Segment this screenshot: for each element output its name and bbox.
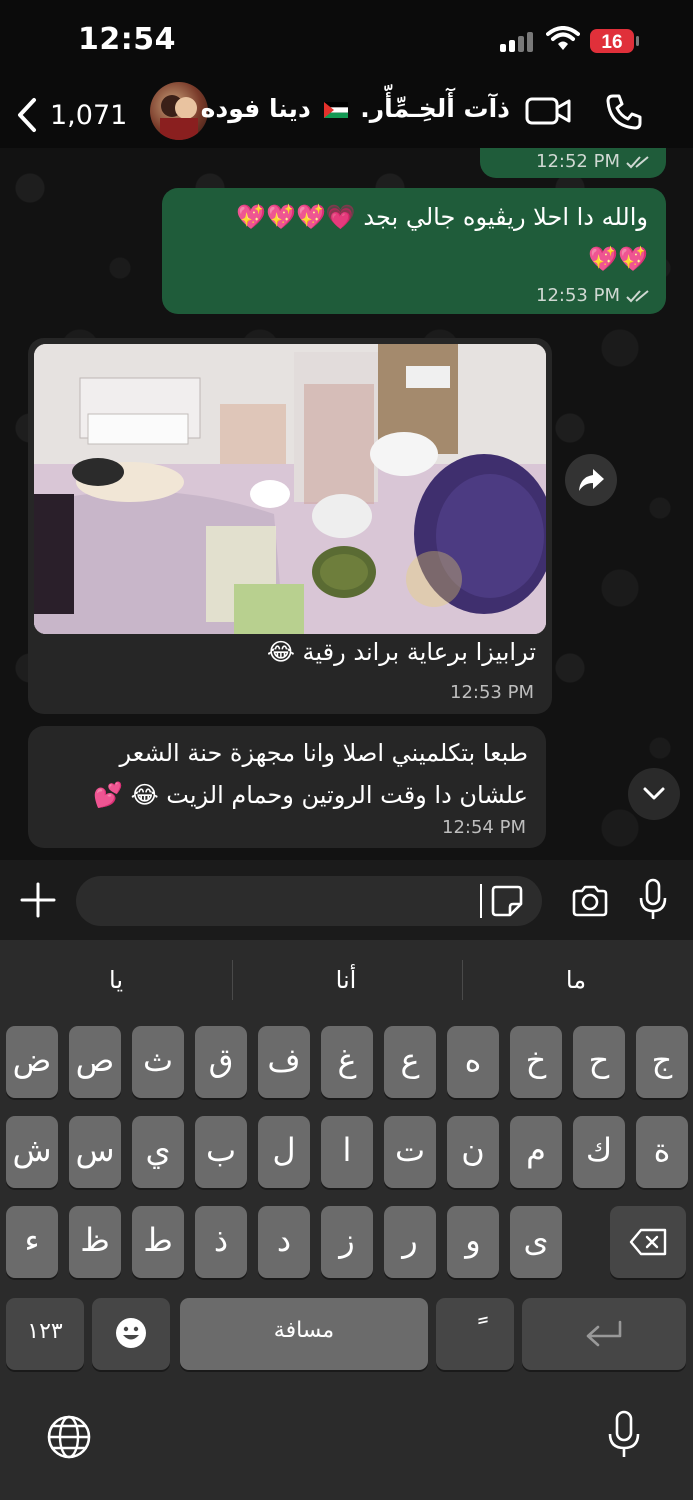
- message-time: 12:54 PM: [442, 817, 526, 838]
- suggestion-item[interactable]: ما: [466, 960, 686, 1000]
- phone-call-icon[interactable]: [604, 92, 644, 132]
- message-text-line: والله دا احلا ريڤيوه جالي بجد 💗💖💖💖: [236, 203, 648, 231]
- space-key[interactable]: مسافة: [180, 1298, 428, 1370]
- key[interactable]: ح: [573, 1026, 625, 1098]
- contact-name-part2: دينا فوده: [200, 94, 311, 123]
- key[interactable]: ن: [447, 1116, 499, 1188]
- message-bubble-incoming[interactable]: طبعا بتكلميني اصلا وانا مجهزة حنة الشعر …: [28, 726, 546, 848]
- message-bubble-outgoing[interactable]: 12:52 PM: [480, 148, 666, 178]
- message-photo[interactable]: [34, 344, 546, 634]
- contact-name-part1: ذآت أٓلخِـمِّأّر.: [360, 94, 510, 123]
- return-key[interactable]: [522, 1298, 686, 1370]
- unread-count: 1,071: [50, 99, 128, 131]
- microphone-icon[interactable]: [638, 878, 668, 922]
- message-text-line: طبعا بتكلميني اصلا وانا مجهزة حنة الشعر: [119, 739, 529, 767]
- message-caption: ترابيزا برعاية براند رقية 😂: [266, 638, 536, 666]
- chat-header: 1,071 ذآت أٓلخِـمِّأّر. دينا فوده: [0, 82, 693, 148]
- key[interactable]: ا: [321, 1116, 373, 1188]
- scroll-to-bottom-button[interactable]: [628, 768, 680, 820]
- dictation-microphone-icon[interactable]: [606, 1410, 642, 1460]
- wifi-icon: [546, 26, 580, 50]
- text-cursor: [480, 884, 482, 918]
- suggestion-divider: [462, 960, 463, 1000]
- numbers-key[interactable]: ١٢٣: [6, 1298, 84, 1370]
- forward-button[interactable]: [565, 454, 617, 506]
- chevron-left-icon: [18, 98, 36, 132]
- key[interactable]: د: [258, 1206, 310, 1278]
- key[interactable]: ط: [132, 1206, 184, 1278]
- read-receipt-icon: [626, 155, 649, 168]
- return-icon: [586, 1320, 622, 1347]
- key[interactable]: خ: [510, 1026, 562, 1098]
- message-bubble-outgoing[interactable]: والله دا احلا ريڤيوه جالي بجد 💗💖💖💖 💖💖 12…: [162, 188, 666, 314]
- key[interactable]: ب: [195, 1116, 247, 1188]
- message-time: 12:52 PM: [536, 151, 620, 172]
- message-input[interactable]: [76, 876, 542, 926]
- key[interactable]: ث: [132, 1026, 184, 1098]
- message-text-line: 💖💖: [588, 245, 648, 273]
- tanween-key[interactable]: ً: [436, 1298, 514, 1370]
- backspace-key[interactable]: [610, 1206, 686, 1278]
- key[interactable]: و: [447, 1206, 499, 1278]
- message-bubble-incoming[interactable]: ترابيزا برعاية براند رقية 😂 12:53 PM: [28, 338, 552, 714]
- message-meta: 12:53 PM: [536, 285, 652, 306]
- battery-icon: 16: [590, 29, 639, 53]
- key[interactable]: ش: [6, 1116, 58, 1188]
- backspace-icon: [629, 1228, 667, 1256]
- predictive-suggestions: يا أنا ما: [0, 940, 693, 1022]
- emoji-key[interactable]: [92, 1298, 170, 1370]
- key[interactable]: ع: [384, 1026, 436, 1098]
- key[interactable]: ذ: [195, 1206, 247, 1278]
- suggestion-item[interactable]: أنا: [236, 960, 456, 1000]
- chevron-down-icon: [643, 787, 665, 800]
- key[interactable]: ة: [636, 1116, 688, 1188]
- message-text-line: علشان دا وقت الروتين وحمام الزيت 😂 💕: [93, 781, 528, 809]
- emoji-icon: [116, 1318, 146, 1348]
- key[interactable]: ق: [195, 1026, 247, 1098]
- key[interactable]: ي: [132, 1116, 184, 1188]
- key[interactable]: ر: [384, 1206, 436, 1278]
- back-button[interactable]: 1,071: [16, 90, 136, 140]
- battery-level: 16: [601, 32, 622, 53]
- message-time: 12:53 PM: [536, 285, 620, 306]
- key[interactable]: ز: [321, 1206, 373, 1278]
- photo-image: [34, 344, 546, 634]
- chat-messages[interactable]: 12:52 PM والله دا احلا ريڤيوه جالي بجد 💗…: [0, 148, 693, 860]
- status-bar: 12:54 16: [0, 0, 693, 82]
- palestine-flag-icon: [323, 102, 348, 118]
- key[interactable]: غ: [321, 1026, 373, 1098]
- message-composer: [0, 860, 693, 940]
- message-time: 12:53 PM: [450, 682, 534, 703]
- contact-name[interactable]: ذآت أٓلخِـمِّأّر. دينا فوده: [201, 94, 510, 123]
- status-time: 12:54: [78, 22, 176, 57]
- key[interactable]: ل: [258, 1116, 310, 1188]
- globe-icon[interactable]: [46, 1414, 92, 1460]
- key[interactable]: س: [69, 1116, 121, 1188]
- key[interactable]: ص: [69, 1026, 121, 1098]
- key[interactable]: ك: [573, 1116, 625, 1188]
- key[interactable]: ى: [510, 1206, 562, 1278]
- key[interactable]: م: [510, 1116, 562, 1188]
- read-receipt-icon: [626, 289, 649, 302]
- key[interactable]: ج: [636, 1026, 688, 1098]
- avatar[interactable]: [150, 82, 208, 140]
- key[interactable]: ت: [384, 1116, 436, 1188]
- key[interactable]: ه: [447, 1026, 499, 1098]
- suggestion-item[interactable]: يا: [6, 960, 226, 1000]
- key[interactable]: ف: [258, 1026, 310, 1098]
- avatar-image: [160, 95, 198, 140]
- sticker-icon[interactable]: [490, 884, 524, 918]
- plus-icon[interactable]: [18, 880, 58, 920]
- key[interactable]: ض: [6, 1026, 58, 1098]
- video-call-icon[interactable]: [524, 94, 572, 128]
- cellular-signal-icon: [500, 32, 536, 52]
- camera-icon[interactable]: [570, 884, 610, 918]
- share-arrow-icon: [579, 469, 604, 491]
- key[interactable]: ظ: [69, 1206, 121, 1278]
- keyboard: يا أنا ما ض ص ث ق ف غ ع ه خ ح ج ش س ي ب …: [0, 940, 693, 1500]
- message-meta: 12:52 PM: [536, 151, 652, 172]
- suggestion-divider: [232, 960, 233, 1000]
- key[interactable]: ء: [6, 1206, 58, 1278]
